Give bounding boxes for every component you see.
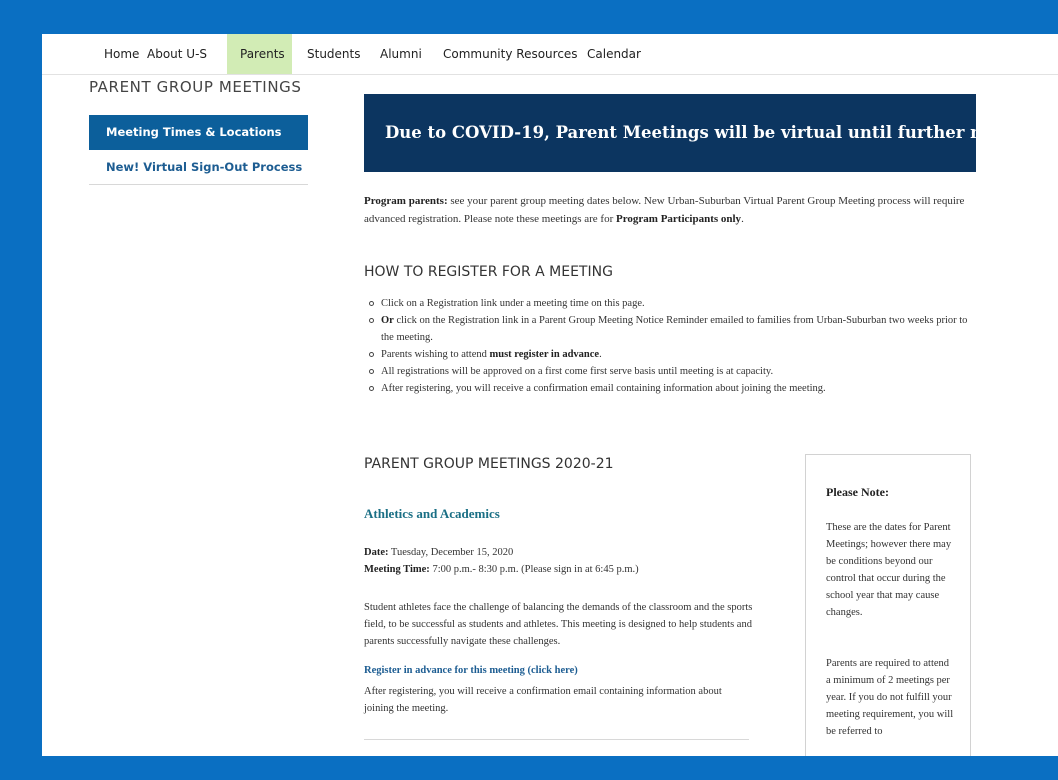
sidebar-item-meeting-times[interactable]: Meeting Times & Locations xyxy=(89,115,308,150)
register-step-text: . xyxy=(599,349,602,360)
sidebar-title: PARENT GROUP MEETINGS xyxy=(89,78,302,96)
register-step-text: After registering, you will receive a co… xyxy=(381,383,826,394)
intro-paragraph: Program parents: see your parent group m… xyxy=(364,192,976,228)
sidebar-menu: Meeting Times & Locations New! Virtual S… xyxy=(89,115,308,185)
register-step: Or click on the Registration link in a P… xyxy=(364,312,976,346)
register-step: All registrations will be approved on a … xyxy=(364,363,976,380)
nav-community-resources[interactable]: Community Resources xyxy=(437,34,578,74)
register-steps-list: Click on a Registration link under a mee… xyxy=(364,295,976,397)
web-page: Home About U-S Parents Students Alumni C… xyxy=(42,34,1058,756)
nav-calendar[interactable]: Calendar xyxy=(582,34,642,74)
divider xyxy=(364,739,749,740)
register-step-bold: must register in advance xyxy=(489,349,600,360)
meeting-date: Date: Tuesday, December 15, 2020 xyxy=(364,544,639,561)
register-step-text: All registrations will be approved on a … xyxy=(381,366,774,377)
nav-home[interactable]: Home xyxy=(88,34,139,74)
main-nav: Home About U-S Parents Students Alumni C… xyxy=(42,34,1058,75)
meeting-time-label: Meeting Time: xyxy=(364,564,430,575)
register-step-text: Parents wishing to attend xyxy=(381,349,490,360)
nav-students[interactable]: Students xyxy=(303,34,363,74)
nav-alumni[interactable]: Alumni xyxy=(373,34,423,74)
intro-lead: Program parents: xyxy=(364,195,448,207)
meeting-time: Meeting Time: 7:00 p.m.- 8:30 p.m. (Plea… xyxy=(364,561,639,578)
register-step-text: click on the Registration link in a Pare… xyxy=(381,315,968,343)
nav-parents[interactable]: Parents xyxy=(227,34,292,74)
meeting-date-label: Date: xyxy=(364,547,389,558)
meeting-description: Student athletes face the challenge of b… xyxy=(364,602,753,647)
covid-banner: Due to COVID-19, Parent Meetings will be… xyxy=(364,94,1035,172)
intro-end: . xyxy=(741,213,744,225)
register-step-text: Click on a Registration link under a mee… xyxy=(381,298,645,309)
register-step: Parents wishing to attend must register … xyxy=(364,346,976,363)
meeting-time-value: 7:00 p.m.- 8:30 p.m. (Please sign in at … xyxy=(429,564,639,575)
note-paragraph-1: These are the dates for Parent Meetings;… xyxy=(826,522,952,618)
register-step-bold: Or xyxy=(381,315,394,326)
after-register-text: After registering, you will receive a co… xyxy=(364,686,722,714)
meeting-title: Athletics and Academics xyxy=(364,506,500,521)
register-heading: HOW TO REGISTER FOR A MEETING xyxy=(364,264,613,280)
nav-about[interactable]: About U-S xyxy=(146,34,222,74)
meetings-heading: PARENT GROUP MEETINGS 2020-21 xyxy=(364,456,614,472)
note-paragraph-2: Parents are required to attend a minimum… xyxy=(826,658,954,737)
register-link[interactable]: Register in advance for this meeting (cl… xyxy=(364,665,578,676)
register-step: After registering, you will receive a co… xyxy=(364,380,976,397)
meeting-details: Date: Tuesday, December 15, 2020 Meeting… xyxy=(364,544,639,578)
note-box: Please Note: These are the dates for Par… xyxy=(805,454,971,756)
sidebar-item-virtual-sign-out[interactable]: New! Virtual Sign-Out Process xyxy=(89,150,308,184)
meeting-date-value: Tuesday, December 15, 2020 xyxy=(388,547,514,558)
intro-emphasis: Program Participants only xyxy=(616,213,742,225)
note-title: Please Note: xyxy=(826,485,889,499)
register-step: Click on a Registration link under a mee… xyxy=(364,295,976,312)
